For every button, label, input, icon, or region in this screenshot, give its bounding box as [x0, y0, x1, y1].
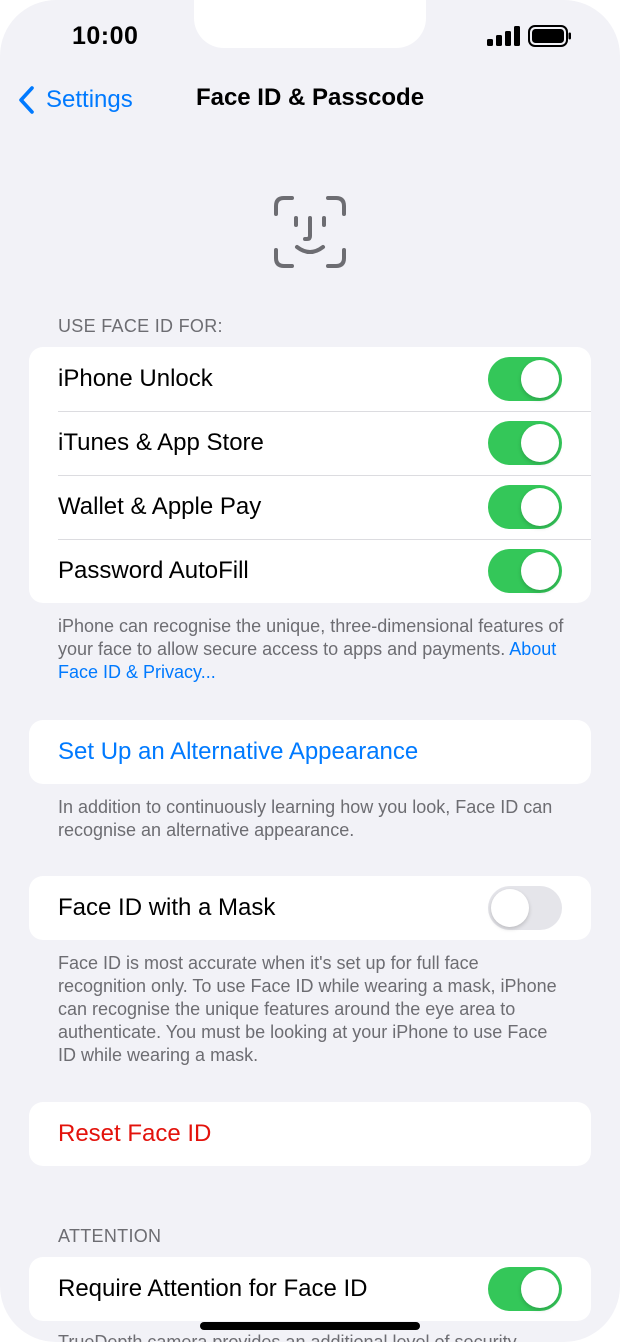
toggle-knob	[521, 360, 559, 398]
row-label: iPhone Unlock	[58, 365, 213, 392]
face-id-with-mask-toggle[interactable]	[488, 886, 562, 930]
itunes-app-store-toggle[interactable]	[488, 421, 562, 465]
home-indicator[interactable]	[200, 1322, 420, 1330]
row-iphone-unlock: iPhone Unlock	[29, 347, 591, 411]
use-face-id-footer: iPhone can recognise the unique, three-d…	[58, 615, 568, 684]
password-autofill-toggle[interactable]	[488, 549, 562, 593]
row-face-id-with-mask: Face ID with a Mask	[29, 876, 591, 940]
row-label: iTunes & App Store	[58, 429, 264, 456]
iphone-unlock-toggle[interactable]	[488, 357, 562, 401]
alternative-appearance-group: Set Up an Alternative Appearance	[29, 720, 591, 784]
row-label: Password AutoFill	[58, 557, 249, 584]
phone-screen: 10:00 Settings Face ID & Passcode USE FA…	[0, 0, 620, 1342]
face-id-icon	[274, 196, 346, 268]
mask-footer: Face ID is most accurate when it's set u…	[58, 953, 557, 1065]
toggle-knob	[491, 889, 529, 927]
set-up-alternative-appearance-button[interactable]: Set Up an Alternative Appearance	[29, 720, 591, 784]
alternative-footer: In addition to continuously learning how…	[58, 797, 553, 840]
battery-icon	[528, 25, 571, 47]
reset-group: Reset Face ID	[29, 1102, 591, 1166]
reset-face-id-button[interactable]: Reset Face ID	[29, 1102, 591, 1166]
page-title: Face ID & Passcode	[195, 84, 425, 111]
toggle-knob	[521, 552, 559, 590]
row-label: Wallet & Apple Pay	[58, 493, 262, 520]
row-require-attention: Require Attention for Face ID	[29, 1257, 591, 1321]
row-label: Face ID with a Mask	[58, 894, 276, 921]
row-label: Set Up an Alternative Appearance	[58, 738, 419, 765]
footer-text: iPhone can recognise the unique, three-d…	[58, 616, 564, 659]
toggle-knob	[521, 488, 559, 526]
attention-footer: TrueDepth camera provides an additional …	[58, 1332, 517, 1342]
use-face-id-group: iPhone Unlock iTunes & App Store Wallet …	[29, 347, 591, 603]
require-attention-toggle[interactable]	[488, 1267, 562, 1311]
notch	[194, 0, 426, 48]
wallet-apple-pay-toggle[interactable]	[488, 485, 562, 529]
row-password-autofill: Password AutoFill	[29, 539, 591, 603]
row-label: Require Attention for Face ID	[58, 1275, 368, 1302]
section-header-attention: ATTENTION	[58, 1226, 162, 1246]
toggle-knob	[521, 1270, 559, 1308]
row-wallet-apple-pay: Wallet & Apple Pay	[29, 475, 591, 539]
toggle-knob	[521, 424, 559, 462]
attention-group: Require Attention for Face ID	[29, 1257, 591, 1321]
row-label: Reset Face ID	[58, 1120, 212, 1147]
row-itunes-app-store: iTunes & App Store	[29, 411, 591, 475]
status-time: 10:00	[72, 22, 139, 50]
section-header-use-face-id: USE FACE ID FOR:	[58, 316, 223, 336]
mask-group: Face ID with a Mask	[29, 876, 591, 940]
cellular-signal-icon	[487, 26, 520, 46]
